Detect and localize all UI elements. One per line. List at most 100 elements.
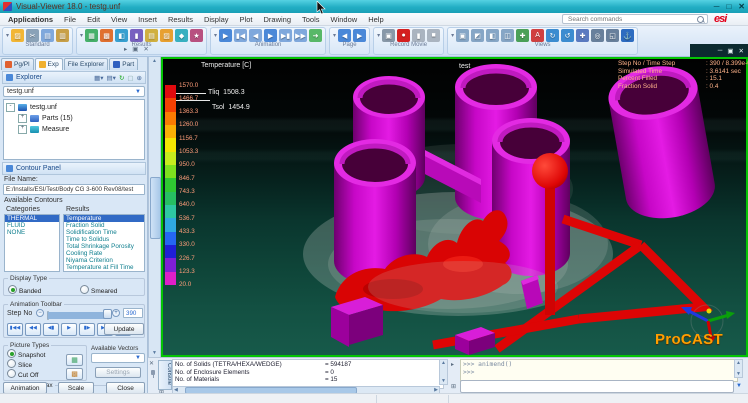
result-item[interactable]: Temperature	[64, 215, 144, 222]
iso-view-icon[interactable]: ◩	[471, 29, 484, 42]
overflow-caret-icon[interactable]: ▾	[377, 32, 380, 39]
overflow-caret-icon[interactable]: ▾	[80, 32, 83, 39]
playback-button[interactable]: ▮◀◀	[7, 323, 23, 336]
menu-item[interactable]: View	[111, 15, 127, 24]
shell-input[interactable]	[460, 380, 734, 393]
pan-view-icon[interactable]: ✚	[576, 29, 589, 42]
menu-item[interactable]: File	[64, 15, 76, 24]
result-item[interactable]: Total Shrinkage Porosity	[64, 243, 144, 250]
top-view-icon[interactable]: ◫	[501, 29, 514, 42]
copy-icon[interactable]: ▤	[41, 29, 54, 42]
menu-item[interactable]: Drawing	[263, 15, 291, 24]
open-file-icon[interactable]: ▨	[11, 29, 24, 42]
play-icon[interactable]: ▶	[264, 29, 277, 42]
result-item[interactable]: Temperature at Fill Time	[64, 264, 144, 271]
step-increment-button[interactable]: +	[112, 309, 120, 317]
step-back-icon[interactable]: ◀	[249, 29, 262, 42]
expand-icon[interactable]: +	[18, 114, 27, 123]
smeared-radio[interactable]	[80, 285, 89, 294]
section-icon[interactable]: ◧	[115, 29, 128, 42]
scroll-up-icon[interactable]: ▲	[440, 360, 447, 366]
cutoff-radio[interactable]	[7, 369, 16, 378]
contour-icon[interactable]: ▩	[100, 29, 113, 42]
last-frame-icon[interactable]: ▶▶	[294, 29, 307, 42]
tab-file-explorer[interactable]: File Explorer	[64, 58, 108, 70]
search-input[interactable]	[566, 15, 697, 24]
mdi-minimize-icon[interactable]: ─	[718, 47, 723, 54]
tree-filter-icon[interactable]: ▦▾	[94, 74, 103, 82]
model-icon[interactable]: ▦	[85, 29, 98, 42]
scroll-up-icon[interactable]: ▲	[149, 58, 160, 64]
shell-input-icon[interactable]: ⊞	[451, 383, 456, 390]
step-forward-icon[interactable]: ▶▮	[279, 29, 292, 42]
tree-sort-icon[interactable]: ▤▾	[107, 74, 116, 82]
menu-item[interactable]: Display	[204, 15, 229, 24]
snapshot-radio[interactable]	[7, 349, 16, 358]
dock-menu-icon[interactable]: ▸	[124, 45, 127, 53]
export-animation-icon[interactable]: ➜	[309, 29, 322, 42]
menu-item[interactable]: Insert	[138, 15, 157, 24]
mdi-close-icon[interactable]: ✕	[739, 47, 744, 55]
menu-item[interactable]: Tools	[302, 15, 320, 24]
window-view-icon[interactable]: ▣	[456, 29, 469, 42]
shell-vscroll[interactable]: ▲ ▼	[734, 359, 743, 378]
tree-item-measure[interactable]: + Measure	[6, 124, 142, 135]
annotation-icon[interactable]: A	[531, 29, 544, 42]
front-view-icon[interactable]: ◧	[486, 29, 499, 42]
expand-icon[interactable]: +	[18, 125, 27, 134]
tree-item-parts[interactable]: + Parts (15)	[6, 113, 142, 124]
scroll-up-icon[interactable]: ▲	[735, 360, 742, 366]
categories-list[interactable]: THERMALFLUIDNONE	[4, 214, 60, 272]
result-item[interactable]: Niyama Criterion	[64, 257, 144, 264]
new-page-icon[interactable]: ▢	[127, 74, 133, 82]
playback-button[interactable]: ▶	[61, 323, 77, 336]
console-close-icon[interactable]: ✕	[149, 360, 154, 367]
scroll-down-icon[interactable]: ▼	[440, 378, 447, 384]
results-list[interactable]: TemperatureFraction SolidSolidification …	[63, 214, 145, 272]
record-icon[interactable]: ●	[397, 29, 410, 42]
vectors-combo[interactable]: ▼	[91, 353, 145, 363]
axes-icon[interactable]: ✚	[516, 29, 529, 42]
result-item[interactable]: Cooling Rate	[64, 250, 144, 257]
slice-tool-icon[interactable]: ▦	[66, 354, 83, 366]
slice-radio[interactable]	[7, 359, 16, 368]
next-page-icon[interactable]: ▶	[353, 29, 366, 42]
cut-icon[interactable]: ✂	[26, 29, 39, 42]
playback-button[interactable]: ◀▮	[43, 323, 59, 336]
shell-history-chevron-icon[interactable]: ▼	[736, 383, 742, 389]
scroll-down-icon[interactable]: ▼	[149, 350, 160, 356]
previous-page-icon[interactable]: ◀	[338, 29, 351, 42]
cutoff-tool-icon[interactable]: ▩	[66, 368, 83, 380]
model-file-combo[interactable]: testg.unf▼	[3, 86, 145, 97]
menu-item[interactable]: Window	[331, 15, 358, 24]
spin-view-icon[interactable]: ↺	[561, 29, 574, 42]
wizard-icon[interactable]: ★	[190, 29, 203, 42]
anchor-icon[interactable]: ⚓	[621, 29, 634, 42]
python-shell-output[interactable]: >>> animend()>>>	[460, 359, 738, 382]
open-result-icon[interactable]: ▨	[160, 29, 173, 42]
overflow-caret-icon[interactable]: ▾	[451, 32, 454, 39]
tree-item-root[interactable]: - testg.unf	[6, 102, 142, 113]
pause-icon[interactable]: ▮	[412, 29, 425, 42]
zoom-area-icon[interactable]: ◱	[606, 29, 619, 42]
close-window-icon[interactable]: ✕	[738, 2, 745, 11]
maximize-window-icon[interactable]: □	[726, 2, 731, 11]
viewport-3d[interactable]: Temperature [C] 1570.01466.71363.31260.0…	[161, 57, 748, 357]
shell-expand-icon[interactable]: ▸	[451, 361, 454, 368]
playback-button[interactable]: ▮▶	[79, 323, 95, 336]
menu-item[interactable]: Help	[368, 15, 383, 24]
console-pin-icon[interactable]	[151, 370, 155, 375]
settings-button[interactable]: Settings	[95, 367, 141, 378]
probe-icon[interactable]: ◆	[175, 29, 188, 42]
refresh-icon[interactable]: ↻	[119, 74, 124, 82]
result-item[interactable]: Solidification Time	[64, 229, 144, 236]
zoom-icon[interactable]: ◎	[591, 29, 604, 42]
slider-handle[interactable]	[103, 309, 112, 319]
overflow-caret-icon[interactable]: ▾	[333, 32, 336, 39]
step-slider[interactable]	[47, 311, 49, 320]
animation-dialog-icon[interactable]: ▶	[219, 29, 232, 42]
collapse-icon[interactable]: -	[6, 103, 15, 112]
chart-icon[interactable]: ▮	[130, 29, 143, 42]
overflow-caret-icon[interactable]: ▾	[6, 32, 9, 39]
search-icon[interactable]	[697, 16, 704, 23]
